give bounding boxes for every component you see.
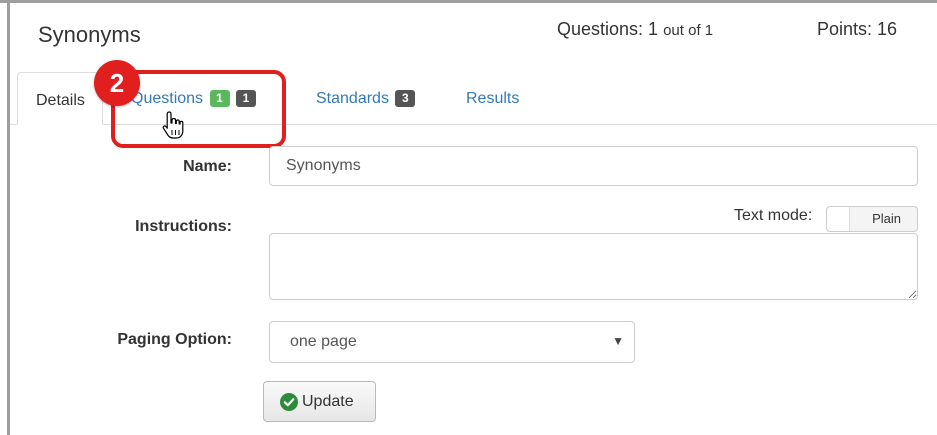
questions-count-main: Questions: 1 bbox=[557, 19, 659, 39]
text-mode-toggle-knob bbox=[827, 207, 850, 231]
tab-results[interactable]: Results bbox=[466, 90, 519, 108]
text-mode-label: Text mode: bbox=[734, 207, 813, 224]
page-title: Synonyms bbox=[38, 22, 141, 47]
questions-count-total: out of 1 bbox=[663, 22, 714, 39]
paging-option-value: one page bbox=[290, 333, 357, 350]
update-button[interactable]: Update bbox=[263, 381, 376, 422]
tab-results-label: Results bbox=[466, 90, 520, 107]
tab-details[interactable]: Details bbox=[17, 72, 103, 125]
tutorial-step-badge: 2 bbox=[94, 60, 140, 106]
paging-option-label: Paging Option: bbox=[117, 331, 232, 348]
points-total: Points: 16 bbox=[817, 19, 898, 39]
instructions-textarea[interactable] bbox=[269, 233, 918, 300]
hand-pointer-icon bbox=[162, 111, 184, 139]
text-mode-toggle[interactable]: Plain bbox=[826, 206, 918, 232]
standards-badge-count: 3 bbox=[395, 90, 416, 107]
tab-standards[interactable]: Standards 3 bbox=[316, 90, 416, 108]
name-label: Name: bbox=[183, 158, 232, 175]
text-mode-value: Plain bbox=[872, 211, 901, 226]
window-frame-left bbox=[7, 0, 10, 435]
tab-details-label: Details bbox=[36, 92, 85, 109]
chevron-down-icon: ▼ bbox=[612, 334, 624, 348]
paging-option-select[interactable]: one page ▼ bbox=[269, 321, 635, 363]
questions-count: Questions: 1 out of 1 bbox=[557, 19, 713, 40]
window-frame-top bbox=[0, 0, 937, 3]
check-circle-icon bbox=[280, 393, 298, 411]
tab-standards-label: Standards bbox=[316, 90, 389, 107]
instructions-label: Instructions: bbox=[135, 218, 232, 235]
update-button-label: Update bbox=[302, 393, 354, 410]
name-input[interactable] bbox=[269, 146, 918, 186]
